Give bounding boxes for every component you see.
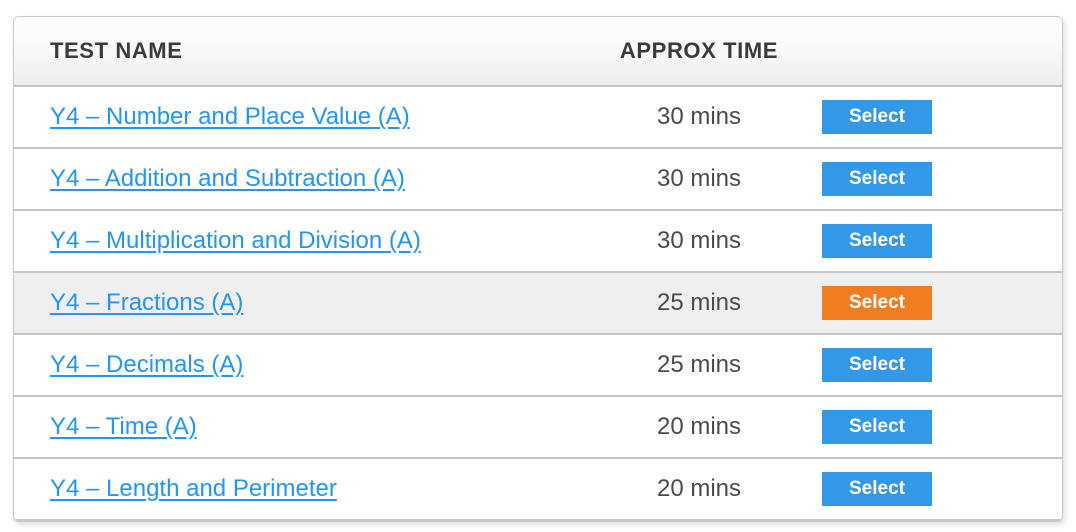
cell-test-name: Y4 – Multiplication and Division (A) — [14, 210, 588, 273]
select-button[interactable]: Select — [822, 100, 932, 134]
test-name-link[interactable]: Y4 – Time (A) — [50, 413, 197, 440]
cell-approx-time: 30 mins — [588, 210, 810, 273]
column-header-test-name: TEST NAME — [14, 17, 588, 87]
table-row[interactable]: Y4 – Length and Perimeter 20 mins Select — [14, 458, 1062, 521]
test-name-link[interactable]: Y4 – Decimals (A) — [50, 351, 243, 378]
cell-test-name: Y4 – Fractions (A) — [14, 272, 588, 335]
table-row[interactable]: Y4 – Fractions (A) 25 mins Select — [14, 272, 1062, 335]
test-name-link[interactable]: Y4 – Multiplication and Division (A) — [50, 227, 421, 254]
cell-test-name: Y4 – Decimals (A) — [14, 334, 588, 397]
cell-approx-time: 20 mins — [588, 396, 810, 459]
test-name-link[interactable]: Y4 – Number and Place Value (A) — [50, 103, 410, 130]
table-body: Y4 – Number and Place Value (A) 30 mins Se… — [14, 86, 1062, 521]
cell-approx-time: 30 mins — [588, 86, 810, 149]
select-button[interactable]: Select — [822, 162, 932, 196]
table-row[interactable]: Y4 – Number and Place Value (A) 30 mins Se… — [14, 86, 1062, 149]
table-row[interactable]: Y4 – Addition and Subtraction (A) 30 mins… — [14, 148, 1062, 211]
cell-approx-time: 20 mins — [588, 458, 810, 521]
cell-action: Select — [810, 334, 1062, 397]
test-list-table: TEST NAME APPROX TIME Y4 – Number and Pl… — [14, 17, 1062, 521]
select-button[interactable]: Select — [822, 224, 932, 258]
table-header: TEST NAME APPROX TIME — [14, 17, 1062, 87]
table-row[interactable]: Y4 – Time (A) 20 mins Select — [14, 396, 1062, 459]
test-name-link[interactable]: Y4 – Fractions (A) — [50, 289, 243, 316]
cell-test-name: Y4 – Addition and Subtraction (A) — [14, 148, 588, 211]
cell-approx-time: 25 mins — [588, 272, 810, 335]
column-header-action — [810, 17, 1062, 87]
cell-action: Select — [810, 210, 1062, 273]
cell-action: Select — [810, 86, 1062, 149]
test-name-link[interactable]: Y4 – Addition and Subtraction (A) — [50, 165, 405, 192]
cell-approx-time: 30 mins — [588, 148, 810, 211]
table-row[interactable]: Y4 – Decimals (A) 25 mins Select — [14, 334, 1062, 397]
table-row[interactable]: Y4 – Multiplication and Division (A) 30 m… — [14, 210, 1062, 273]
test-name-link[interactable]: Y4 – Length and Perimeter — [50, 475, 337, 502]
cell-action: Select — [810, 272, 1062, 335]
cell-action: Select — [810, 396, 1062, 459]
select-button[interactable]: Select — [822, 348, 932, 382]
select-button[interactable]: Select — [822, 472, 932, 506]
cell-test-name: Y4 – Number and Place Value (A) — [14, 86, 588, 149]
select-button[interactable]: Select — [822, 410, 932, 444]
cell-approx-time: 25 mins — [588, 334, 810, 397]
cell-action: Select — [810, 458, 1062, 521]
cell-test-name: Y4 – Length and Perimeter — [14, 458, 588, 521]
cell-test-name: Y4 – Time (A) — [14, 396, 588, 459]
test-list-card: TEST NAME APPROX TIME Y4 – Number and Pl… — [13, 16, 1063, 522]
column-header-approx-time: APPROX TIME — [588, 17, 810, 87]
select-button[interactable]: Select — [822, 286, 932, 320]
table-header-row: TEST NAME APPROX TIME — [14, 17, 1062, 87]
cell-action: Select — [810, 148, 1062, 211]
